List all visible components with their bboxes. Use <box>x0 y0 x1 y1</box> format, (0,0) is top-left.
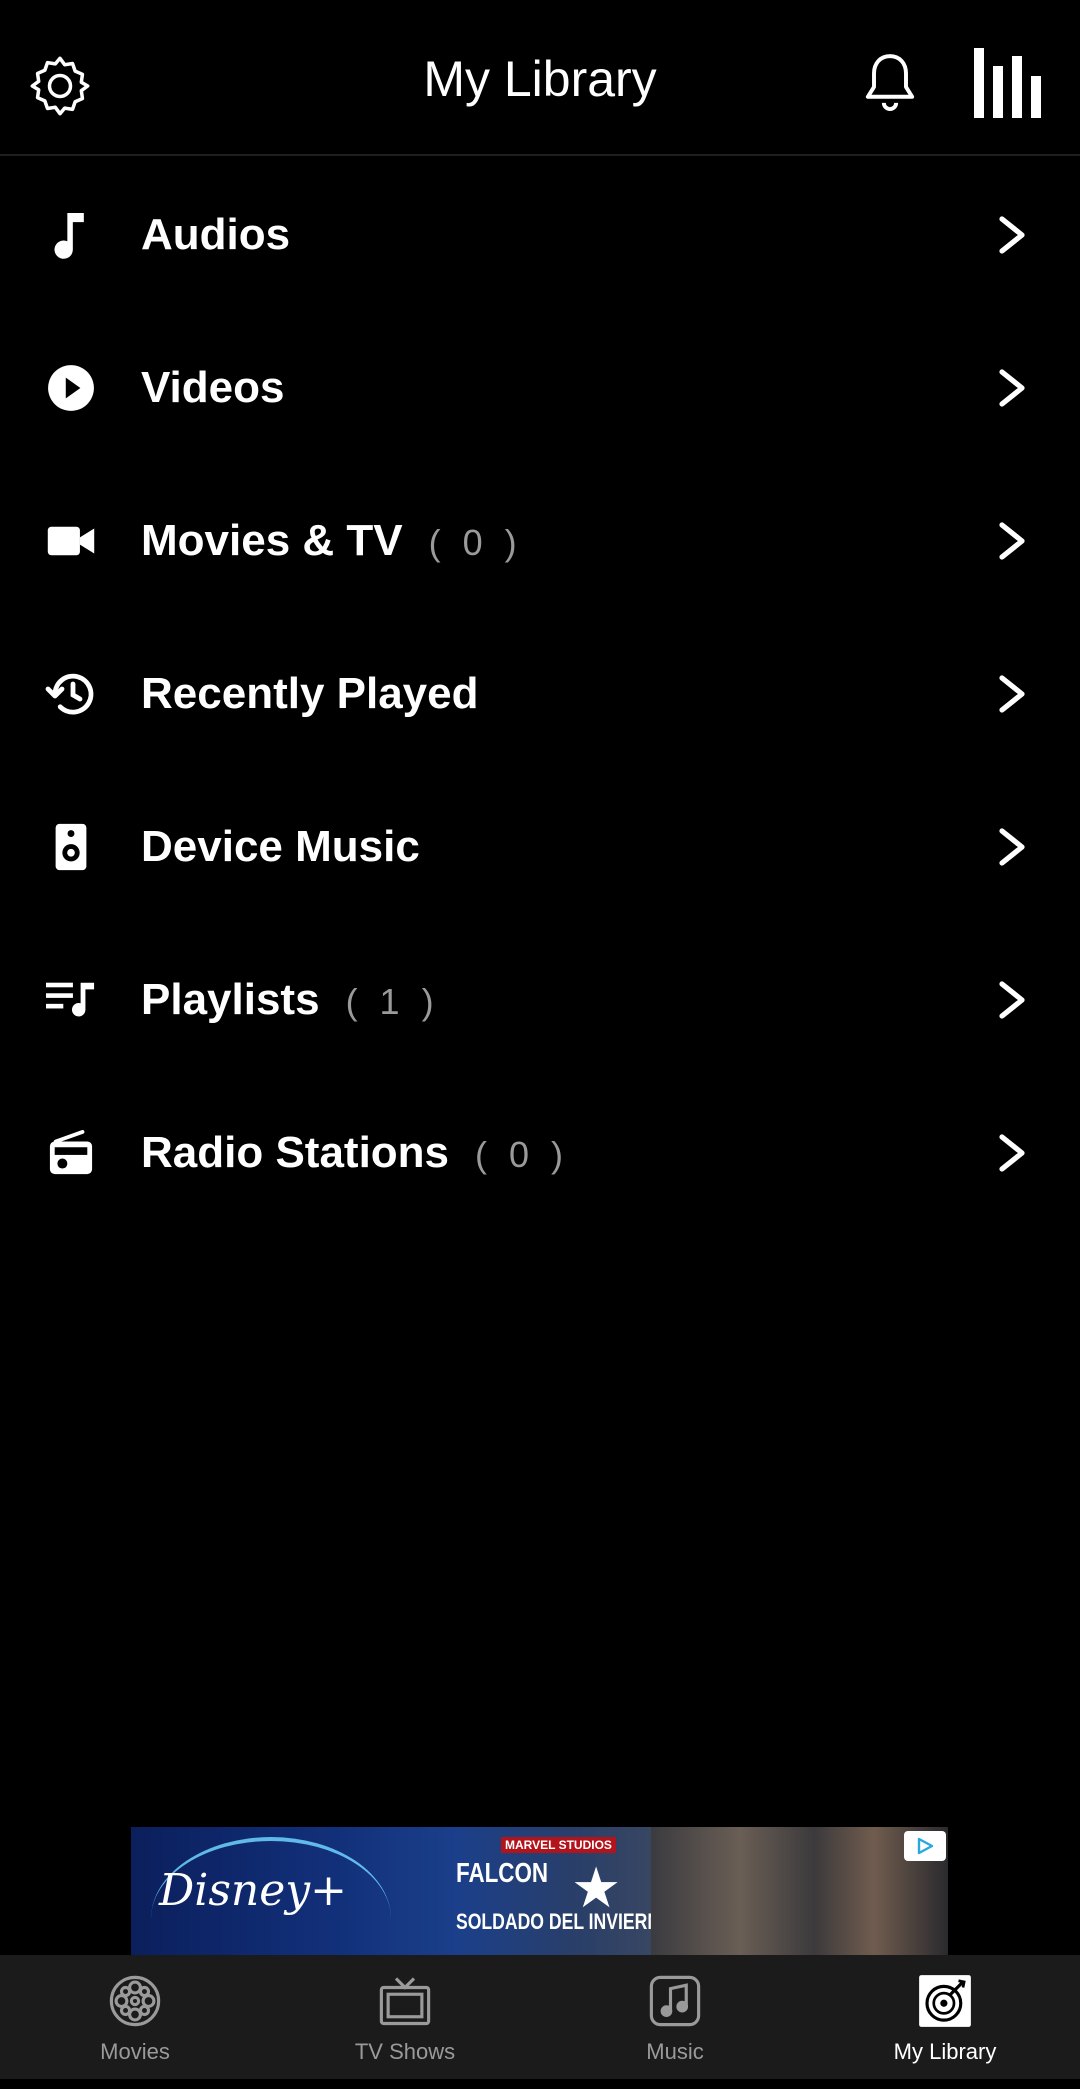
ad-brand-logo: Disney+ <box>159 1865 348 1916</box>
speaker-icon <box>40 816 102 878</box>
top-app-bar: My Library <box>0 0 1080 156</box>
library-item-radio-stations[interactable]: Radio Stations ( 0 ) <box>0 1076 1080 1229</box>
ad-headline-line1: FALCON <box>456 1857 549 1888</box>
music-note-icon <box>40 204 102 266</box>
item-label: Movies & TV <box>141 515 403 565</box>
chevron-right-icon <box>999 980 1025 1019</box>
chevron-right-icon <box>999 215 1025 254</box>
tab-label: Movies <box>100 2039 170 2064</box>
item-label: Recently Played <box>141 668 479 718</box>
item-label: Device Music <box>141 821 420 871</box>
library-item-movies-tv[interactable]: Movies & TV ( 0 ) <box>0 464 1080 617</box>
equalizer-icon <box>974 48 1041 118</box>
music-note-icon <box>647 1973 703 2029</box>
tab-music[interactable]: Music <box>540 1955 810 2079</box>
film-reel-icon <box>107 1973 163 2029</box>
library-item-recently-played[interactable]: Recently Played <box>0 617 1080 770</box>
ad-banner[interactable]: Disney+ MARVEL STUDIOS FALCON ★ SOLDADO … <box>131 1827 948 1955</box>
bell-icon <box>865 54 915 112</box>
library-menu: Audios Videos Movies & TV ( 0 ) Recently … <box>0 158 1080 1229</box>
item-label: Playlists <box>141 974 320 1024</box>
chevron-right-icon <box>999 674 1025 713</box>
play-circle-icon <box>40 357 102 419</box>
library-item-videos[interactable]: Videos <box>0 311 1080 464</box>
library-item-playlists[interactable]: Playlists ( 1 ) <box>0 923 1080 1076</box>
video-camera-icon <box>40 510 102 572</box>
ad-choices-icon[interactable] <box>904 1831 946 1861</box>
tab-label: TV Shows <box>354 2039 456 2064</box>
item-count: ( 0 ) <box>428 521 523 563</box>
radio-icon <box>40 1122 102 1184</box>
bottom-navigation: Movies TV Shows Music My Library <box>0 1955 1080 2079</box>
tab-label: My Library <box>893 2039 997 2064</box>
item-label: Videos <box>141 362 285 412</box>
ad-studio-label: MARVEL STUDIOS <box>501 1837 616 1853</box>
item-count: ( 0 ) <box>475 1133 570 1175</box>
tab-label: Music <box>646 2039 704 2064</box>
tab-movies[interactable]: Movies <box>0 1955 270 2079</box>
item-label: Radio Stations <box>141 1127 450 1177</box>
chevron-right-icon <box>999 1133 1025 1172</box>
playlist-icon <box>40 969 102 1031</box>
item-count: ( 1 ) <box>345 980 440 1022</box>
tv-icon <box>377 1973 433 2029</box>
tab-tv-shows[interactable]: TV Shows <box>270 1955 540 2079</box>
library-disc-icon <box>917 1973 973 2029</box>
chevron-right-icon <box>999 521 1025 560</box>
history-icon <box>40 663 102 725</box>
notifications-button[interactable] <box>856 44 924 120</box>
item-label: Audios <box>141 209 291 259</box>
library-item-device-music[interactable]: Device Music <box>0 770 1080 923</box>
chevron-right-icon <box>999 368 1025 407</box>
tab-my-library[interactable]: My Library <box>810 1955 1080 2079</box>
ad-headline-line2: SOLDADO DEL INVIERNO <box>456 1909 674 1934</box>
chevron-right-icon <box>999 827 1025 866</box>
library-item-audios[interactable]: Audios <box>0 158 1080 311</box>
equalizer-button[interactable] <box>966 44 1050 120</box>
